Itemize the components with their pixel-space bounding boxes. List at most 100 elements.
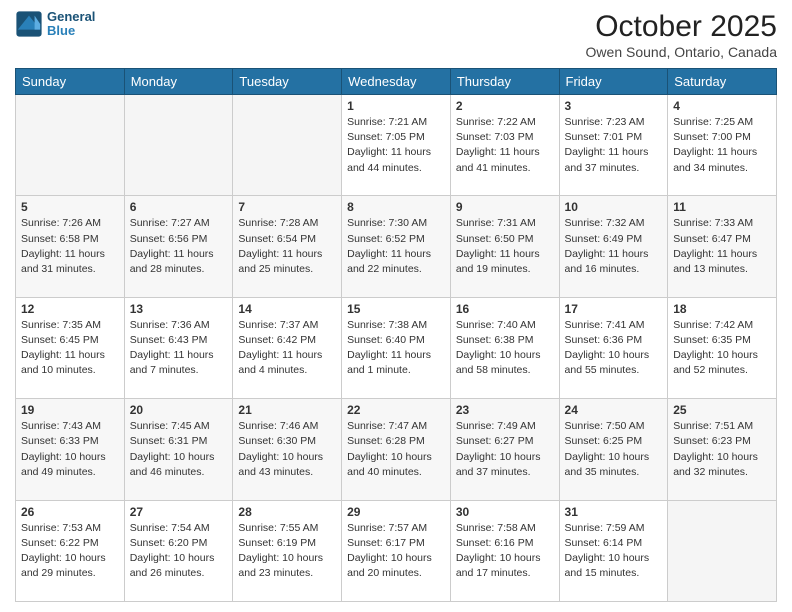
- day-info: Sunrise: 7:49 AM Sunset: 6:27 PM Dayligh…: [456, 419, 554, 480]
- day-number: 7: [238, 200, 336, 214]
- calendar-day-cell: 17 Sunrise: 7:41 AM Sunset: 6:36 PM Dayli…: [559, 297, 668, 398]
- day-number: 26: [21, 505, 119, 519]
- day-number: 23: [456, 403, 554, 417]
- day-number: 2: [456, 99, 554, 113]
- day-info: Sunrise: 7:27 AM Sunset: 6:56 PM Dayligh…: [130, 216, 228, 277]
- day-number: 17: [565, 302, 663, 316]
- day-info: Sunrise: 7:35 AM Sunset: 6:45 PM Dayligh…: [21, 318, 119, 379]
- calendar-table: SundayMondayTuesdayWednesdayThursdayFrid…: [15, 68, 777, 602]
- calendar-day-cell: 31 Sunrise: 7:59 AM Sunset: 6:14 PM Dayli…: [559, 500, 668, 601]
- calendar-day-cell: 5 Sunrise: 7:26 AM Sunset: 6:58 PM Daylig…: [16, 196, 125, 297]
- calendar-day-cell: 3 Sunrise: 7:23 AM Sunset: 7:01 PM Daylig…: [559, 95, 668, 196]
- day-info: Sunrise: 7:59 AM Sunset: 6:14 PM Dayligh…: [565, 521, 663, 582]
- subtitle: Owen Sound, Ontario, Canada: [586, 44, 777, 60]
- calendar-day-cell: 22 Sunrise: 7:47 AM Sunset: 6:28 PM Dayli…: [342, 399, 451, 500]
- calendar-week-row: 12 Sunrise: 7:35 AM Sunset: 6:45 PM Dayli…: [16, 297, 777, 398]
- day-number: 1: [347, 99, 445, 113]
- calendar-day-cell: [233, 95, 342, 196]
- page: General Blue October 2025 Owen Sound, On…: [0, 0, 792, 612]
- day-of-week-header: Friday: [559, 69, 668, 95]
- calendar-day-cell: 7 Sunrise: 7:28 AM Sunset: 6:54 PM Daylig…: [233, 196, 342, 297]
- day-info: Sunrise: 7:36 AM Sunset: 6:43 PM Dayligh…: [130, 318, 228, 379]
- calendar-day-cell: 11Sunrise: 7:33 AM Sunset: 6:47 PM Dayli…: [668, 196, 777, 297]
- calendar-day-cell: 18Sunrise: 7:42 AM Sunset: 6:35 PM Dayli…: [668, 297, 777, 398]
- day-number: 4: [673, 99, 771, 113]
- day-info: Sunrise: 7:32 AM Sunset: 6:49 PM Dayligh…: [565, 216, 663, 277]
- calendar-week-row: 26 Sunrise: 7:53 AM Sunset: 6:22 PM Dayli…: [16, 500, 777, 601]
- day-info: Sunrise: 7:47 AM Sunset: 6:28 PM Dayligh…: [347, 419, 445, 480]
- logo: General Blue: [15, 10, 95, 39]
- calendar-day-cell: 12 Sunrise: 7:35 AM Sunset: 6:45 PM Dayli…: [16, 297, 125, 398]
- calendar-day-cell: [668, 500, 777, 601]
- general-blue-icon: [15, 10, 43, 38]
- logo-text: General Blue: [47, 10, 95, 39]
- day-number: 30: [456, 505, 554, 519]
- day-info: Sunrise: 7:55 AM Sunset: 6:19 PM Dayligh…: [238, 521, 336, 582]
- day-info: Sunrise: 7:23 AM Sunset: 7:01 PM Dayligh…: [565, 115, 663, 176]
- day-number: 29: [347, 505, 445, 519]
- calendar-day-cell: 19Sunrise: 7:43 AM Sunset: 6:33 PM Dayli…: [16, 399, 125, 500]
- calendar-week-row: 1 Sunrise: 7:21 AM Sunset: 7:05 PM Daylig…: [16, 95, 777, 196]
- day-of-week-header: Monday: [124, 69, 233, 95]
- day-info: Sunrise: 7:26 AM Sunset: 6:58 PM Dayligh…: [21, 216, 119, 277]
- day-info: Sunrise: 7:21 AM Sunset: 7:05 PM Dayligh…: [347, 115, 445, 176]
- calendar-day-cell: 13 Sunrise: 7:36 AM Sunset: 6:43 PM Dayli…: [124, 297, 233, 398]
- day-info: Sunrise: 7:22 AM Sunset: 7:03 PM Dayligh…: [456, 115, 554, 176]
- day-info: Sunrise: 7:38 AM Sunset: 6:40 PM Dayligh…: [347, 318, 445, 379]
- day-number: 20: [130, 403, 228, 417]
- day-info: Sunrise: 7:51 AM Sunset: 6:23 PM Dayligh…: [673, 419, 771, 480]
- day-info: Sunrise: 7:37 AM Sunset: 6:42 PM Dayligh…: [238, 318, 336, 379]
- title-block: October 2025 Owen Sound, Ontario, Canada: [586, 10, 777, 60]
- main-title: October 2025: [586, 10, 777, 44]
- calendar-week-row: 19Sunrise: 7:43 AM Sunset: 6:33 PM Dayli…: [16, 399, 777, 500]
- day-of-week-header: Tuesday: [233, 69, 342, 95]
- calendar-day-cell: 23 Sunrise: 7:49 AM Sunset: 6:27 PM Dayli…: [450, 399, 559, 500]
- calendar-day-cell: 26 Sunrise: 7:53 AM Sunset: 6:22 PM Dayli…: [16, 500, 125, 601]
- day-info: Sunrise: 7:41 AM Sunset: 6:36 PM Dayligh…: [565, 318, 663, 379]
- day-number: 14: [238, 302, 336, 316]
- day-info: Sunrise: 7:30 AM Sunset: 6:52 PM Dayligh…: [347, 216, 445, 277]
- calendar-day-cell: 29 Sunrise: 7:57 AM Sunset: 6:17 PM Dayli…: [342, 500, 451, 601]
- day-number: 3: [565, 99, 663, 113]
- day-info: Sunrise: 7:53 AM Sunset: 6:22 PM Dayligh…: [21, 521, 119, 582]
- day-info: Sunrise: 7:33 AM Sunset: 6:47 PM Dayligh…: [673, 216, 771, 277]
- day-number: 10: [565, 200, 663, 214]
- day-of-week-header: Sunday: [16, 69, 125, 95]
- day-number: 24: [565, 403, 663, 417]
- calendar-day-cell: 30Sunrise: 7:58 AM Sunset: 6:16 PM Dayli…: [450, 500, 559, 601]
- day-number: 25: [673, 403, 771, 417]
- calendar-day-cell: 8 Sunrise: 7:30 AM Sunset: 6:52 PM Daylig…: [342, 196, 451, 297]
- day-number: 12: [21, 302, 119, 316]
- calendar-day-cell: 14 Sunrise: 7:37 AM Sunset: 6:42 PM Dayli…: [233, 297, 342, 398]
- day-number: 18: [673, 302, 771, 316]
- calendar-week-row: 5 Sunrise: 7:26 AM Sunset: 6:58 PM Daylig…: [16, 196, 777, 297]
- day-number: 22: [347, 403, 445, 417]
- day-number: 13: [130, 302, 228, 316]
- calendar-header-row: SundayMondayTuesdayWednesdayThursdayFrid…: [16, 69, 777, 95]
- day-number: 5: [21, 200, 119, 214]
- day-number: 15: [347, 302, 445, 316]
- header: General Blue October 2025 Owen Sound, On…: [15, 10, 777, 60]
- day-info: Sunrise: 7:28 AM Sunset: 6:54 PM Dayligh…: [238, 216, 336, 277]
- calendar-day-cell: 21Sunrise: 7:46 AM Sunset: 6:30 PM Dayli…: [233, 399, 342, 500]
- day-number: 9: [456, 200, 554, 214]
- day-number: 8: [347, 200, 445, 214]
- day-of-week-header: Saturday: [668, 69, 777, 95]
- day-number: 6: [130, 200, 228, 214]
- day-number: 31: [565, 505, 663, 519]
- calendar-day-cell: 1 Sunrise: 7:21 AM Sunset: 7:05 PM Daylig…: [342, 95, 451, 196]
- day-number: 19: [21, 403, 119, 417]
- calendar-day-cell: 20 Sunrise: 7:45 AM Sunset: 6:31 PM Dayli…: [124, 399, 233, 500]
- day-info: Sunrise: 7:45 AM Sunset: 6:31 PM Dayligh…: [130, 419, 228, 480]
- calendar-day-cell: 4Sunrise: 7:25 AM Sunset: 7:00 PM Daylig…: [668, 95, 777, 196]
- calendar-day-cell: 27Sunrise: 7:54 AM Sunset: 6:20 PM Dayli…: [124, 500, 233, 601]
- day-of-week-header: Thursday: [450, 69, 559, 95]
- day-of-week-header: Wednesday: [342, 69, 451, 95]
- calendar-day-cell: [124, 95, 233, 196]
- day-info: Sunrise: 7:57 AM Sunset: 6:17 PM Dayligh…: [347, 521, 445, 582]
- calendar-day-cell: 28Sunrise: 7:55 AM Sunset: 6:19 PM Dayli…: [233, 500, 342, 601]
- day-info: Sunrise: 7:54 AM Sunset: 6:20 PM Dayligh…: [130, 521, 228, 582]
- calendar-day-cell: [16, 95, 125, 196]
- calendar-day-cell: 25 Sunrise: 7:51 AM Sunset: 6:23 PM Dayli…: [668, 399, 777, 500]
- day-info: Sunrise: 7:50 AM Sunset: 6:25 PM Dayligh…: [565, 419, 663, 480]
